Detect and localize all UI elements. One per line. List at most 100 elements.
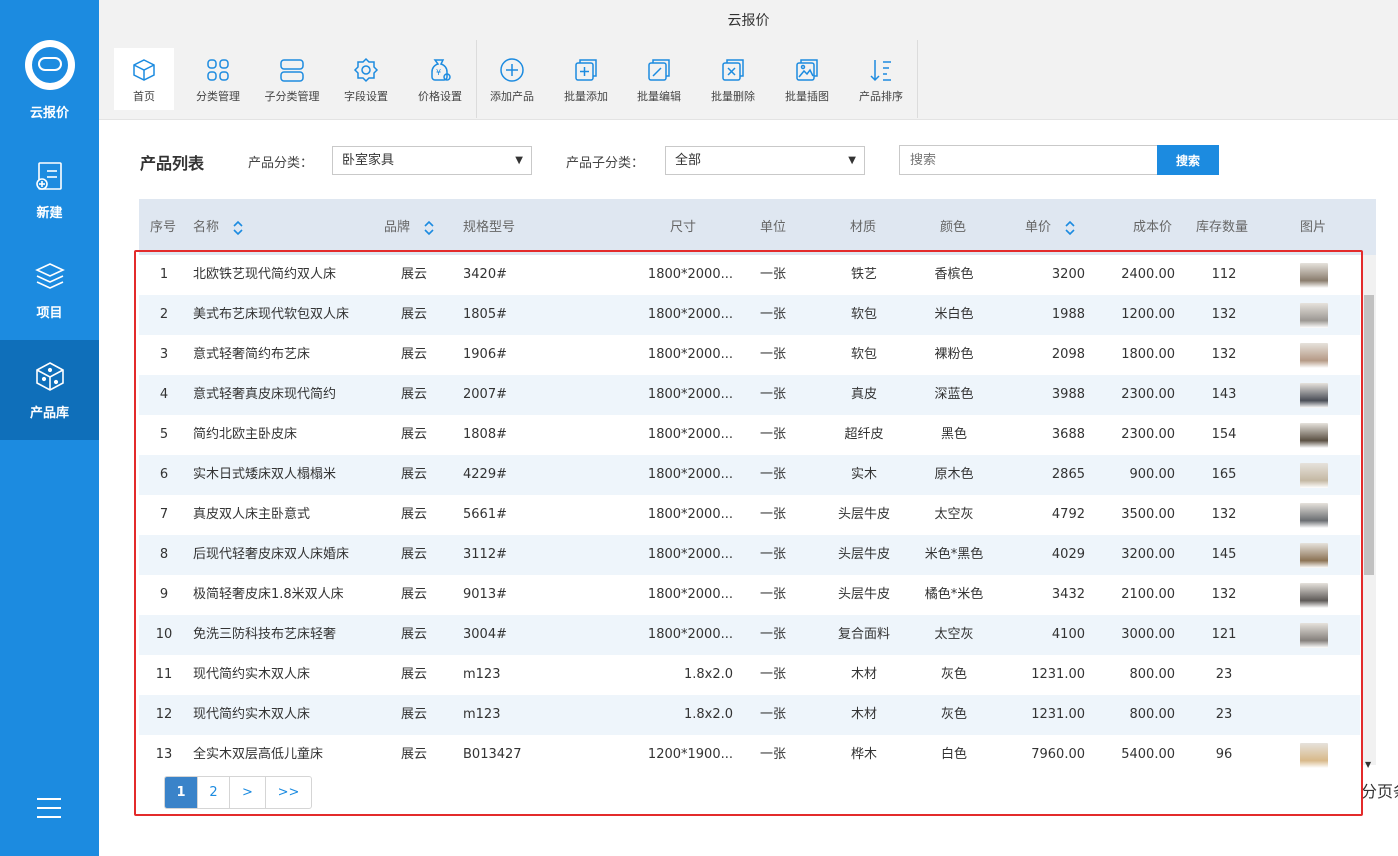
sidebar-item-label: 产品库 [29, 406, 69, 421]
price-cell: 1231.00 [1031, 707, 1085, 722]
unit-cell: 一张 [759, 627, 786, 642]
toolbar-field-settings-button[interactable]: 字段设置 [336, 48, 396, 110]
size-cell: 1800*2000... [647, 267, 733, 282]
table-row[interactable]: 9 极简轻奢皮床1.8米双人床 展云 9013# 1800*2000... 一张 头层牛皮 橘… [139, 575, 1360, 615]
sort-toggle-icon[interactable] [422, 220, 436, 236]
caret-down-icon: ▼ [515, 155, 523, 166]
product-thumbnail[interactable] [1300, 383, 1328, 408]
table-row[interactable]: 8 后现代轻奢皮床双人床婚床 展云 3112# 1800*2000... 一张 头层牛皮 米色… [139, 535, 1360, 575]
table-row[interactable]: 12 现代简约实木双人床 展云 m123 1.8x2.0 一张 木材 灰色 1231.00 800… [139, 695, 1360, 735]
cost-cell: 800.00 [1129, 707, 1176, 722]
scrollbar-thumb[interactable] [1364, 295, 1374, 575]
product-thumbnail[interactable] [1300, 423, 1328, 448]
material-cell: 头层牛皮 [837, 507, 890, 522]
last-page-button[interactable]: >> [266, 777, 311, 808]
table-scrollbar[interactable]: ▼ [1362, 255, 1376, 769]
product-name: 美式布艺床现代软包双人床 [193, 307, 350, 322]
hamburger-icon[interactable] [37, 798, 61, 825]
product-thumbnail[interactable] [1300, 303, 1328, 328]
product-name: 免洗三防科技布艺床轻奢 [193, 627, 337, 642]
gear-icon [353, 57, 379, 83]
size-cell: 1800*2000... [647, 507, 733, 522]
column-header-label: 单价 [1025, 220, 1052, 235]
product-name: 现代简约实木双人床 [193, 707, 311, 722]
stock-cell: 96 [1215, 747, 1233, 762]
column-header-color: 颜色 [940, 220, 967, 235]
table-row[interactable]: 13 全实木双层高低儿童床 展云 B013427 1200*1900... 一张 桦木 白色 7… [139, 735, 1360, 775]
unit-cell: 一张 [759, 387, 786, 402]
stock-cell: 121 [1211, 627, 1237, 642]
model-cell: 1805# [463, 307, 507, 322]
cost-cell: 1200.00 [1121, 307, 1175, 322]
row-index: 4 [159, 387, 169, 402]
table-row[interactable]: 7 真皮双人床主卧意式 展云 5661# 1800*2000... 一张 头层牛皮 太空灰 47… [139, 495, 1360, 535]
column-header-name[interactable]: 名称 [193, 199, 245, 255]
category-select[interactable]: 卧室家具 ▼ [332, 146, 532, 175]
sidebar-item-product-library[interactable]: 产品库 [0, 340, 99, 440]
toolbar-subcategory-button[interactable]: 子分类管理 [262, 48, 322, 110]
stock-cell: 154 [1211, 427, 1237, 442]
product-thumbnail[interactable] [1300, 503, 1328, 528]
product-thumbnail[interactable] [1300, 583, 1328, 608]
material-cell: 软包 [850, 347, 877, 362]
sort-icon [870, 60, 891, 82]
table-row[interactable]: 5 简约北欧主卧皮床 展云 1808# 1800*2000... 一张 超纤皮 黑色 3688 2… [139, 415, 1360, 455]
sidebar-item-projects[interactable]: 项目 [0, 240, 99, 340]
toolbar-batch-add-button[interactable]: 批量添加 [556, 48, 616, 110]
table-row[interactable]: 10 免洗三防科技布艺床轻奢 展云 3004# 1800*2000... 一张 复合面料 太空… [139, 615, 1360, 655]
toolbar-label: 字段设置 [344, 90, 388, 103]
sort-toggle-icon[interactable] [231, 220, 245, 236]
sort-toggle-icon[interactable] [1063, 220, 1077, 236]
toolbar-batch-delete-button[interactable]: 批量删除 [703, 48, 763, 110]
next-page-button[interactable]: > [230, 777, 266, 808]
product-name: 极简轻奢皮床1.8米双人床 [193, 587, 344, 602]
toolbar-price-settings-button[interactable]: ¥ 价格设置 [410, 48, 470, 110]
brand-cell: 展云 [400, 347, 427, 362]
table-row[interactable]: 4 意式轻奢真皮床现代简约 展云 2007# 1800*2000... 一张 真皮 深蓝色 39… [139, 375, 1360, 415]
product-thumbnail[interactable] [1300, 623, 1328, 648]
product-thumbnail[interactable] [1300, 463, 1328, 488]
table-row[interactable]: 6 实木日式矮床双人榻榻米 展云 4229# 1800*2000... 一张 实木 原木色 28… [139, 455, 1360, 495]
search-input[interactable] [899, 145, 1158, 175]
toolbar-sort-button[interactable]: 产品排序 [851, 48, 911, 110]
column-header-price[interactable]: 单价 [1025, 199, 1077, 255]
brand-cell: 展云 [400, 587, 427, 602]
table-row[interactable]: 2 美式布艺床现代软包双人床 展云 1805# 1800*2000... 一张 软包 米白色 1… [139, 295, 1360, 335]
product-thumbnail[interactable] [1300, 343, 1328, 368]
search-button[interactable]: 搜索 [1157, 145, 1219, 175]
sidebar-item-new[interactable]: 新建 [0, 140, 99, 240]
unit-cell: 一张 [759, 267, 786, 282]
row-index: 2 [159, 307, 169, 322]
table-row[interactable]: 1 北欧铁艺现代简约双人床 展云 3420# 1800*2000... 一张 铁艺 香槟色 32… [139, 255, 1360, 295]
toolbar-category-button[interactable]: 分类管理 [188, 48, 248, 110]
toolbar-home-button[interactable]: 首页 [114, 48, 174, 110]
product-thumbnail[interactable] [1300, 743, 1328, 768]
table-row[interactable]: 11 现代简约实木双人床 展云 m123 1.8x2.0 一张 木材 灰色 1231.00 800… [139, 655, 1360, 695]
scroll-down-icon[interactable]: ▼ [1365, 760, 1371, 769]
page-button[interactable]: 1 [165, 777, 198, 808]
page-button[interactable]: 2 [198, 777, 230, 808]
price-cell: 3432 [1051, 587, 1085, 602]
price-cell: 1231.00 [1031, 667, 1085, 682]
material-cell: 超纤皮 [844, 427, 884, 442]
unit-cell: 一张 [759, 427, 786, 442]
column-header-size: 尺寸 [670, 220, 697, 235]
app-title: 云报价 [99, 0, 1398, 40]
size-cell: 1800*2000... [647, 307, 733, 322]
table-row[interactable]: 3 意式轻奢简约布艺床 展云 1906# 1800*2000... 一张 软包 裸粉色 2098… [139, 335, 1360, 375]
unit-cell: 一张 [759, 667, 786, 682]
subcategory-select[interactable]: 全部 ▼ [665, 146, 865, 175]
caret-down-icon: ▼ [848, 155, 856, 166]
product-name: 意式轻奢真皮床现代简约 [193, 387, 337, 402]
cloud-logo-icon [24, 40, 75, 90]
color-cell: 米色*黑色 [924, 547, 984, 562]
row-index: 12 [155, 707, 173, 722]
column-header-brand[interactable]: 品牌 [384, 199, 436, 255]
toolbar-add-product-button[interactable]: 添加产品 [482, 48, 542, 110]
size-cell: 1800*2000... [647, 427, 733, 442]
product-thumbnail[interactable] [1300, 263, 1328, 288]
product-thumbnail[interactable] [1300, 543, 1328, 568]
toolbar-batch-edit-button[interactable]: 批量编辑 [629, 48, 689, 110]
toolbar-batch-image-button[interactable]: 批量插图 [777, 48, 837, 110]
stock-cell: 112 [1211, 267, 1237, 282]
